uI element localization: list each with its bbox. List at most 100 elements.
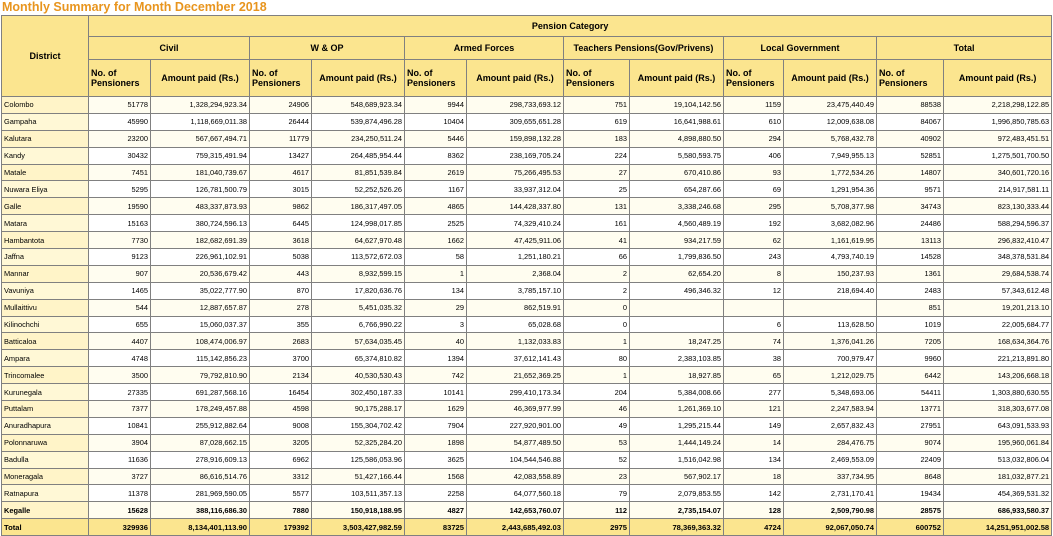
amount-cell: 4,560,489.19 [629, 214, 724, 233]
district-cell: Ratnapura [1, 484, 89, 503]
pensioner-count-cell: 52851 [876, 146, 944, 165]
total-row: Total 329936 8,134,401,113.90 179392 3,503,4… [1, 518, 1053, 536]
amount-cell: 5,768,432.78 [783, 129, 877, 148]
amount-cell: 2,247,583.94 [783, 400, 877, 418]
pensioner-count-cell: 2 [563, 281, 630, 300]
amount-cell: 255,912,882.64 [150, 416, 250, 435]
amount-cell: 142,653,760.07 [466, 501, 564, 520]
pensioner-count-cell: 25 [563, 180, 630, 199]
amount-cell: 52,325,284.20 [311, 433, 405, 452]
amount-cell: 340,601,720.16 [942, 163, 1053, 182]
pensioner-count-cell: 1568 [404, 467, 467, 486]
pensioner-count-cell: 8362 [404, 146, 467, 165]
amount-cell: 1,275,501,700.50 [942, 146, 1053, 165]
district-cell: Matale [1, 163, 89, 182]
pensioner-count-cell: 16454 [249, 383, 312, 402]
amount-cell: 17,820,636.76 [311, 281, 405, 300]
pensioner-count-cell: 29 [404, 298, 467, 317]
district-cell: Badulla [1, 450, 89, 469]
amount-cell: 862,519.91 [466, 298, 564, 317]
total-cell: 3,503,427,982.59 [311, 518, 405, 536]
amount-cell: 643,091,533.93 [942, 416, 1053, 435]
amount-cell: 1,212,029.75 [783, 366, 877, 385]
pensioner-count-cell: 24906 [249, 96, 312, 114]
amount-cell: 1,996,850,785.63 [942, 112, 1053, 131]
pensioner-count-cell: 2525 [404, 214, 467, 233]
amount-cell: 2,509,790.98 [783, 501, 877, 520]
amount-cell: 3,338,246.68 [629, 197, 724, 216]
amount-cell: 126,781,500.79 [150, 180, 250, 199]
table-row: Gampaha 45990 1,118,669,011.38 26444 539,874… [1, 112, 1053, 131]
pensioner-count-cell: 224 [563, 146, 630, 165]
district-cell: Kalutara [1, 129, 89, 148]
group-header: Armed Forces [404, 36, 564, 60]
pensioner-count-cell: 7904 [404, 416, 467, 435]
amount-cell: 2,731,170.41 [783, 484, 877, 503]
pensioner-count-cell: 65 [723, 366, 784, 385]
pensioner-count-cell: 10404 [404, 112, 467, 131]
pensioner-count-cell: 142 [723, 484, 784, 503]
pensioner-count-cell: 8 [723, 264, 784, 283]
pensioner-count-cell: 9008 [249, 416, 312, 435]
pensioner-count-cell: 23200 [88, 129, 151, 148]
amount-cell: 221,213,891.80 [942, 349, 1053, 368]
pensioner-count-cell: 8648 [876, 467, 944, 486]
district-cell: Ampara [1, 349, 89, 368]
amount-cell: 380,724,596.13 [150, 214, 250, 233]
total-cell: 4724 [723, 518, 784, 536]
amount-cell: 539,874,496.28 [311, 112, 405, 131]
pensioner-count-cell: 2483 [876, 281, 944, 300]
pensioner-count-cell: 12 [723, 281, 784, 300]
amount-cell: 1,118,669,011.38 [150, 112, 250, 131]
amount-cell: 2,079,853.55 [629, 484, 724, 503]
amount-cell: 108,474,006.97 [150, 332, 250, 351]
pensioner-count-cell: 3625 [404, 450, 467, 469]
pensioner-count-cell: 26444 [249, 112, 312, 131]
amount-cell: 159,898,132.28 [466, 129, 564, 148]
district-cell: Trincomalee [1, 366, 89, 385]
amount-cell: 19,201,213.10 [942, 298, 1053, 317]
amount-cell: 284,476.75 [783, 433, 877, 452]
amount-cell: 654,287.66 [629, 180, 724, 199]
pensioner-count-cell: 18 [723, 467, 784, 486]
total-cell: 14,251,951,002.58 [942, 518, 1053, 536]
pensioner-count-cell: 69 [723, 180, 784, 199]
amount-cell: 79,792,810.90 [150, 366, 250, 385]
amount-cell: 182,682,691.39 [150, 231, 250, 250]
amount-cell: 1,132,033.83 [466, 332, 564, 351]
pensioner-count-cell: 149 [723, 416, 784, 435]
amount-cell: 1,161,619.95 [783, 231, 877, 250]
district-cell: Vavuniya [1, 281, 89, 300]
district-cell: Nuwara Eliya [1, 180, 89, 199]
amount-cell [783, 298, 877, 317]
amount-cell: 42,083,558.89 [466, 467, 564, 486]
pensioner-count-cell: 6962 [249, 450, 312, 469]
district-cell: Kandy [1, 146, 89, 165]
amount-cell: 150,237.93 [783, 264, 877, 283]
table-row: Matara 15163 380,724,596.13 6445 124,998,017… [1, 214, 1053, 233]
pensioner-count-cell: 128 [723, 501, 784, 520]
pensioner-count-cell: 0 [563, 315, 630, 334]
amount-cell: 281,969,590.05 [150, 484, 250, 503]
amount-cell: 278,916,609.13 [150, 450, 250, 469]
pensioner-count-cell: 294 [723, 129, 784, 148]
pensioner-count-cell: 38 [723, 349, 784, 368]
amount-cell: 64,627,970.48 [311, 231, 405, 250]
pensioner-count-cell: 406 [723, 146, 784, 165]
amount-cell: 4,793,740.19 [783, 248, 877, 266]
amount-cell: 296,832,410.47 [942, 231, 1053, 250]
pensioner-count-cell: 58 [404, 248, 467, 266]
pensioner-count-cell: 870 [249, 281, 312, 300]
pensioner-count-cell: 3205 [249, 433, 312, 452]
pensioner-count-cell: 51778 [88, 96, 151, 114]
amount-cell: 65,374,810.82 [311, 349, 405, 368]
pensioner-count-cell: 2258 [404, 484, 467, 503]
pensioner-count-cell: 2683 [249, 332, 312, 351]
amount-cell: 823,130,333.44 [942, 197, 1053, 216]
amount-cell: 1,376,041.26 [783, 332, 877, 351]
pensioner-count-cell: 15163 [88, 214, 151, 233]
amount-cell: 238,169,705.24 [466, 146, 564, 165]
total-cell: 329936 [88, 518, 151, 536]
pensioner-count-cell: 22409 [876, 450, 944, 469]
amount-cell: 972,483,451.51 [942, 129, 1053, 148]
